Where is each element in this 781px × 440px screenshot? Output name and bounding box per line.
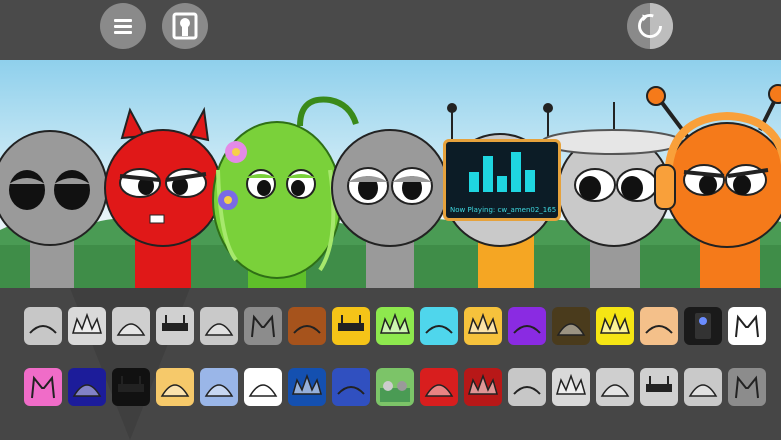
green-spikes-icon — [380, 312, 410, 334]
navy-helmet-icon — [72, 384, 102, 397]
sound-icon-black-bench[interactable] — [112, 368, 150, 406]
sound-icon-purple-horns[interactable] — [508, 307, 546, 345]
gray-cat-ears-icon — [251, 314, 275, 338]
blue-headphones-icon — [425, 325, 453, 334]
white-cat-ears-icon — [735, 314, 759, 338]
icon-row-2 — [24, 368, 766, 406]
sound-icon-gray-headband[interactable] — [24, 307, 62, 345]
reset-button[interactable] — [627, 3, 673, 49]
sound-icon-blue-flag[interactable] — [332, 368, 370, 406]
hamburger-icon — [114, 16, 132, 37]
sound-icon-garden-scene[interactable] — [376, 368, 414, 406]
equalizer-icon — [469, 152, 535, 192]
white-arc-icon — [248, 384, 278, 397]
black-antenna-bar-icon — [646, 376, 672, 392]
red-mane-icon — [468, 373, 498, 395]
now-playing-screen: Now Playing: cw_amen02_165 — [443, 139, 561, 221]
blue-flag-icon — [337, 386, 365, 395]
brown-block-icon — [293, 325, 321, 334]
sound-icon-black-antenna-bar[interactable] — [156, 307, 194, 345]
white-spiky-hair-icon — [72, 312, 102, 334]
purple-horns-icon — [513, 325, 541, 334]
red-green-cap-icon — [424, 384, 454, 397]
sound-icon-dark-speaker[interactable] — [684, 307, 722, 345]
refresh-icon — [638, 3, 673, 49]
now-playing-label: Now Playing: cw_amen02_165 — [450, 206, 557, 214]
sound-icon-olive-cap[interactable] — [552, 307, 590, 345]
sound-icon-gray-cat-ears[interactable] — [728, 368, 766, 406]
icon-row-1 — [24, 307, 766, 345]
sound-icon-green-spikes[interactable] — [376, 307, 414, 345]
sound-icon-black-antenna-bar[interactable] — [640, 368, 678, 406]
sound-icon-red-mane[interactable] — [464, 368, 502, 406]
gray-cat-ears-icon — [735, 375, 759, 399]
blue-crown-icon — [292, 373, 322, 395]
sound-icon-blue-headphones[interactable] — [420, 307, 458, 345]
satellite-dish-icon — [600, 384, 630, 397]
sound-icon-yellow-visor[interactable] — [332, 307, 370, 345]
sound-icon-curly-cap[interactable] — [684, 368, 722, 406]
tan-hat-icon — [645, 325, 673, 334]
blue-dome-icon — [204, 384, 234, 397]
keyhole-portrait-icon — [172, 12, 198, 40]
sound-icon-white-arc[interactable] — [244, 368, 282, 406]
yellow-visor-icon — [338, 315, 364, 331]
top-bar — [0, 0, 781, 60]
yellow-crown-icon — [468, 312, 498, 334]
sound-icon-red-green-cap[interactable] — [420, 368, 458, 406]
sound-icon-gray-cat-ears[interactable] — [244, 307, 282, 345]
black-bench-icon — [118, 376, 144, 392]
sound-icon-white-spiky-hair[interactable] — [68, 307, 106, 345]
menu-button[interactable] — [100, 3, 146, 49]
sound-icon-pink-bunny-ears[interactable] — [24, 368, 62, 406]
olive-cap-icon — [556, 323, 586, 336]
sound-icon-yellow-crown[interactable] — [464, 307, 502, 345]
character-stage: Now Playing: cw_amen02_165 — [0, 60, 781, 288]
pink-bunny-ears-icon — [31, 375, 55, 399]
sound-icon-yellow-bun[interactable] — [156, 368, 194, 406]
sound-icon-tan-hat[interactable] — [640, 307, 678, 345]
garden-scene-icon — [380, 381, 410, 402]
black-antenna-bar-icon — [162, 315, 188, 331]
sound-icon-satellite-dish[interactable] — [112, 307, 150, 345]
sound-icon-satellite-dish[interactable] — [596, 368, 634, 406]
sound-icon-white-cat-ears[interactable] — [728, 307, 766, 345]
curly-cap-icon — [204, 323, 234, 336]
yellow-bun-icon — [160, 384, 190, 397]
dark-speaker-icon — [695, 313, 711, 339]
yellow-lightning-icon — [600, 312, 630, 334]
white-spiky-hair-icon — [556, 373, 586, 395]
sound-icon-gray-headband[interactable] — [508, 368, 546, 406]
gray-headband-icon — [513, 386, 541, 395]
sound-icon-navy-helmet[interactable] — [68, 368, 106, 406]
sound-icon-yellow-lightning[interactable] — [596, 307, 634, 345]
sound-icon-brown-block[interactable] — [288, 307, 326, 345]
sound-icon-curly-cap[interactable] — [200, 307, 238, 345]
sound-icon-white-spiky-hair[interactable] — [552, 368, 590, 406]
sound-icon-blue-dome[interactable] — [200, 368, 238, 406]
satellite-dish-icon — [116, 323, 146, 336]
curly-cap-icon — [688, 384, 718, 397]
gray-headband-icon — [29, 325, 57, 334]
sound-icon-blue-crown[interactable] — [288, 368, 326, 406]
gallery-button[interactable] — [162, 3, 208, 49]
